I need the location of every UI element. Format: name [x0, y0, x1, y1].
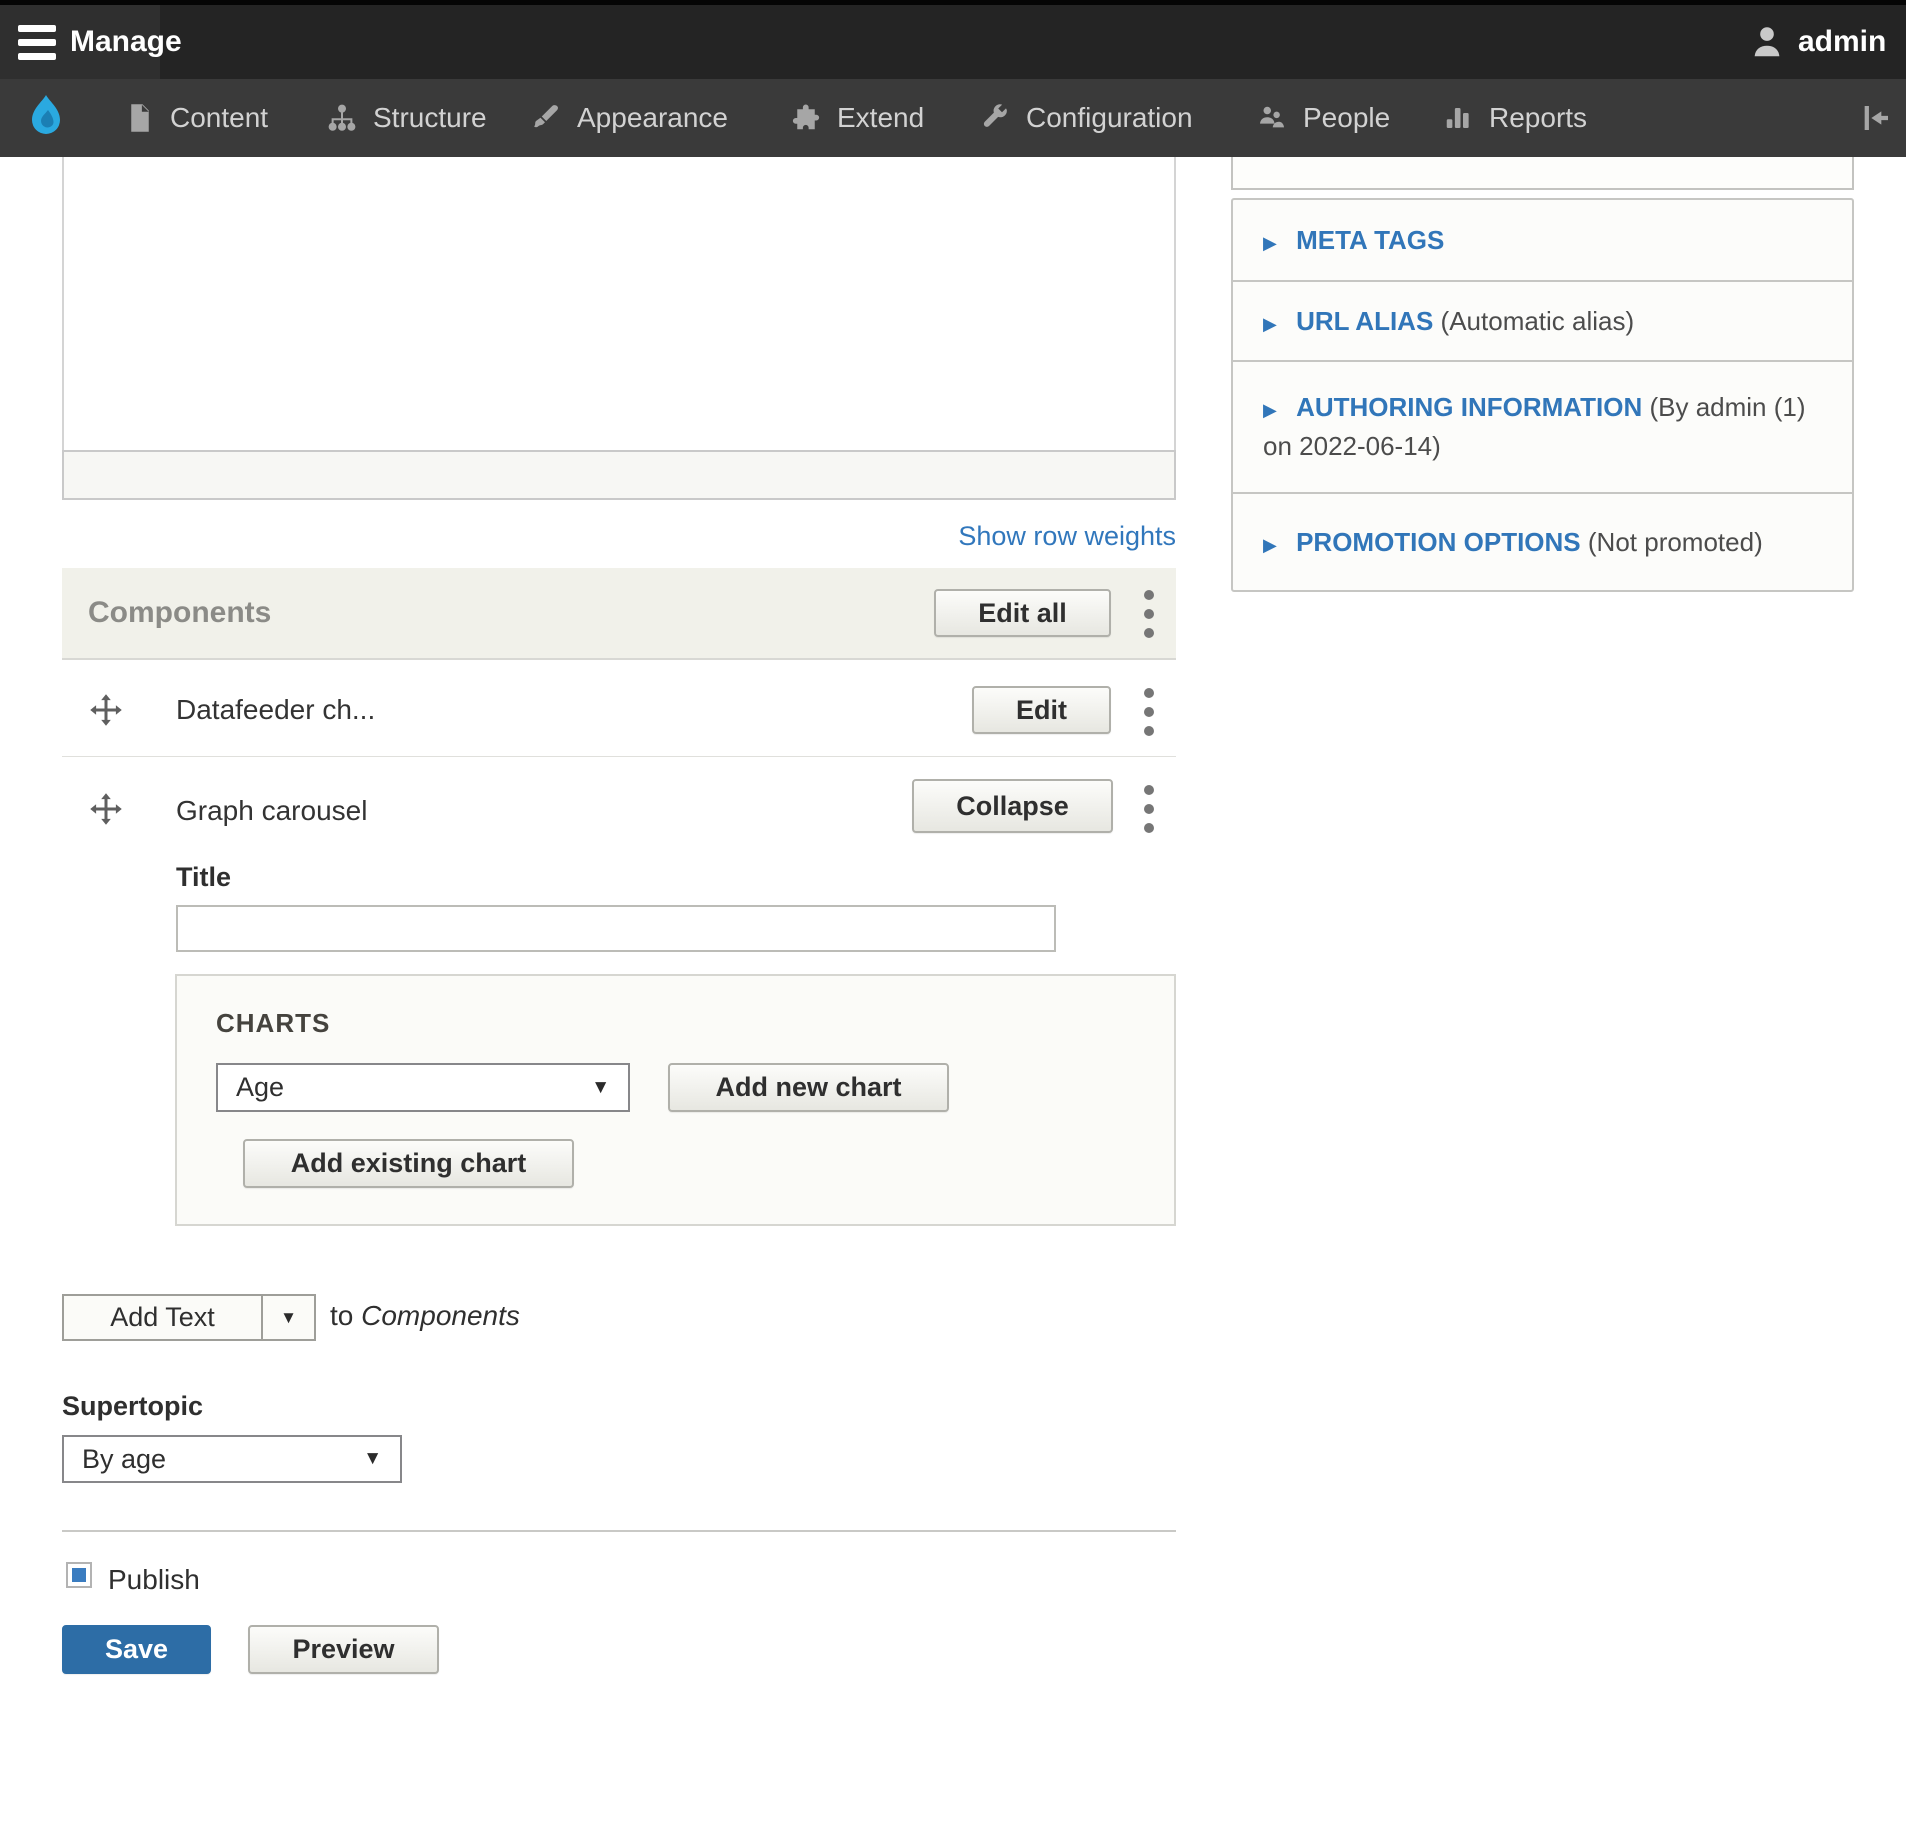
url-alias-section[interactable]: ▶ URL ALIAS (Automatic alias) [1231, 280, 1854, 362]
file-icon [125, 103, 155, 133]
brush-icon [530, 103, 562, 133]
nav-content[interactable]: Content [125, 79, 268, 157]
preview-button[interactable]: Preview [248, 1625, 439, 1674]
user-menu[interactable]: admin [1748, 5, 1886, 79]
promotion-options-section[interactable]: ▶ PROMOTION OPTIONS (Not promoted) [1231, 492, 1854, 592]
components-actions-menu-icon[interactable] [1144, 590, 1154, 638]
sidebar-clipped-field: y [1231, 157, 1854, 190]
add-new-chart-button[interactable]: Add new chart [668, 1063, 949, 1112]
row-actions-menu-icon[interactable] [1144, 785, 1154, 833]
add-to-prefix: to [330, 1300, 353, 1331]
nav-structure[interactable]: Structure [326, 79, 487, 157]
nav-people[interactable]: People [1254, 79, 1390, 157]
user-icon [1748, 23, 1786, 61]
nav-reports[interactable]: Reports [1442, 79, 1587, 157]
triangle-right-icon: ▶ [1263, 535, 1277, 555]
show-row-weights-wrap: Show row weights [62, 521, 1176, 552]
add-text-dropdown-toggle[interactable]: ▼ [263, 1294, 316, 1341]
add-existing-chart-button[interactable]: Add existing chart [243, 1139, 574, 1188]
textarea-resize-bar[interactable] [62, 450, 1176, 500]
nav-structure-label: Structure [373, 102, 487, 134]
top-strip [0, 0, 1906, 5]
edit-button[interactable]: Edit [972, 686, 1111, 734]
charts-legend: CHARTS [216, 1008, 330, 1039]
supertopic-select-value: By age [82, 1444, 166, 1475]
nav-configuration-label: Configuration [1026, 102, 1193, 134]
authoring-information-title[interactable]: AUTHORING INFORMATION [1296, 392, 1642, 422]
title-input[interactable] [176, 905, 1056, 952]
people-icon [1254, 103, 1288, 133]
edit-all-button[interactable]: Edit all [934, 589, 1111, 637]
url-alias-title[interactable]: URL ALIAS [1296, 306, 1433, 336]
toolbar-orientation-toggle[interactable] [1856, 79, 1896, 157]
manage-tab[interactable]: Manage [0, 5, 160, 79]
component-row-label: Graph carousel [176, 795, 367, 827]
nav-extend-label: Extend [837, 102, 924, 134]
sitemap-icon [326, 103, 358, 133]
meta-tags-section[interactable]: ▶ META TAGS [1231, 198, 1854, 282]
add-to-target: Components [361, 1300, 520, 1331]
components-title: Components [88, 596, 271, 630]
chart-type-select-value: Age [236, 1072, 284, 1103]
admin-menu-tray: Content Structure Appearance Extend Conf… [0, 79, 1906, 157]
add-component-split-button: Add Text ▼ [62, 1294, 316, 1341]
admin-toolbar: Manage admin [0, 0, 1906, 79]
triangle-right-icon: ▶ [1263, 233, 1277, 253]
chart-type-select[interactable]: Age ▼ [216, 1063, 630, 1112]
triangle-right-icon: ▶ [1263, 400, 1277, 420]
chevron-down-icon: ▼ [280, 1308, 297, 1328]
promotion-options-title[interactable]: PROMOTION OPTIONS [1296, 527, 1581, 557]
nav-people-label: People [1303, 102, 1390, 134]
publish-checkbox[interactable] [66, 1562, 92, 1588]
drupal-logo-icon [22, 92, 70, 144]
checkbox-checked-mark [72, 1568, 86, 1582]
publish-label: Publish [108, 1564, 200, 1596]
wrench-icon [979, 103, 1011, 133]
promotion-options-note: (Not promoted) [1588, 527, 1763, 557]
user-label: admin [1798, 25, 1886, 59]
nav-extend[interactable]: Extend [790, 79, 924, 157]
add-to-components-text: to Components [330, 1300, 520, 1332]
nav-configuration[interactable]: Configuration [979, 79, 1193, 157]
manage-label: Manage [70, 25, 182, 59]
component-row-label: Datafeeder ch... [176, 694, 375, 726]
url-alias-note: (Automatic alias) [1441, 306, 1635, 336]
authoring-information-section[interactable]: ▶ AUTHORING INFORMATION (By admin (1) on… [1231, 360, 1854, 494]
charts-fieldset: CHARTS Age ▼ Add new chart Add existing … [175, 974, 1176, 1226]
show-row-weights-link[interactable]: Show row weights [958, 521, 1176, 551]
nav-content-label: Content [170, 102, 268, 134]
chevron-down-icon: ▼ [363, 1448, 382, 1470]
puzzle-icon [790, 103, 822, 133]
bar-chart-icon [1442, 103, 1474, 133]
add-text-button[interactable]: Add Text [62, 1294, 263, 1341]
form-divider [62, 1530, 1176, 1532]
chevron-down-icon: ▼ [591, 1077, 610, 1099]
supertopic-select[interactable]: By age ▼ [62, 1435, 402, 1483]
nav-reports-label: Reports [1489, 102, 1587, 134]
nav-appearance[interactable]: Appearance [530, 79, 728, 157]
toolbar-collapse-icon [1856, 102, 1896, 134]
supertopic-label: Supertopic [62, 1391, 203, 1422]
triangle-right-icon: ▶ [1263, 314, 1277, 334]
save-button[interactable]: Save [62, 1625, 211, 1674]
drupal-home-link[interactable] [22, 79, 70, 157]
title-field-label: Title [176, 862, 231, 893]
body-textarea[interactable] [62, 157, 1176, 450]
nav-appearance-label: Appearance [577, 102, 728, 134]
hamburger-icon[interactable] [18, 25, 56, 60]
collapse-button[interactable]: Collapse [912, 779, 1113, 833]
drag-handle-icon[interactable] [88, 791, 124, 827]
drag-handle-icon[interactable] [88, 692, 124, 728]
row-actions-menu-icon[interactable] [1144, 688, 1154, 736]
meta-tags-title[interactable]: META TAGS [1296, 225, 1444, 255]
